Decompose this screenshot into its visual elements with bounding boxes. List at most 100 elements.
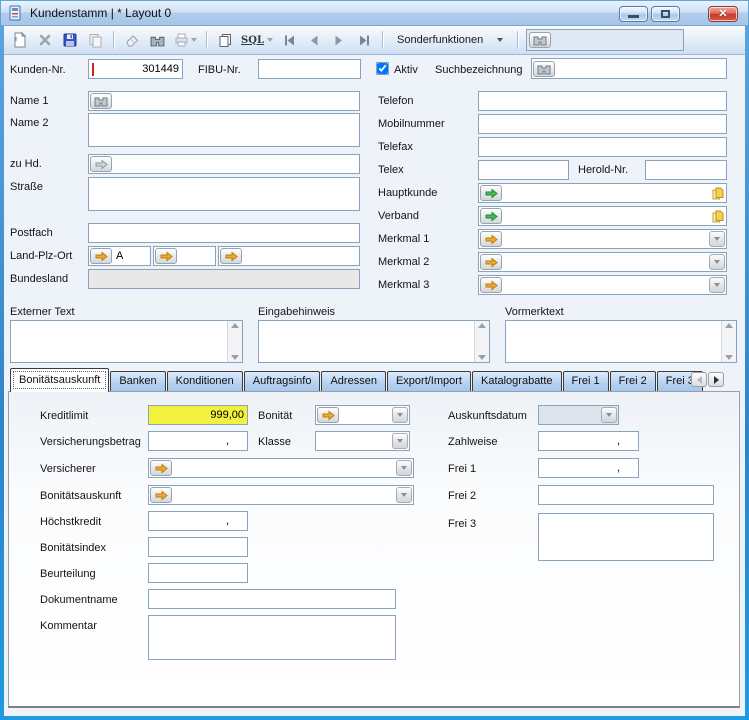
scroll-up-icon[interactable] — [725, 323, 733, 328]
name1-field[interactable] — [88, 91, 360, 111]
ort-field[interactable] — [218, 246, 360, 266]
name2-input[interactable] — [89, 117, 359, 143]
name2-field[interactable] — [88, 113, 360, 147]
nav-prev-button[interactable] — [304, 30, 324, 50]
tab-adressen[interactable]: Adressen — [321, 371, 385, 392]
duplicate-window-button[interactable] — [215, 30, 235, 50]
land-field[interactable] — [88, 246, 151, 266]
suchbezeichnung-input[interactable] — [556, 59, 726, 78]
versicherer-field[interactable] — [148, 458, 414, 478]
verband-input[interactable] — [503, 207, 709, 225]
zahlweise-input[interactable] — [539, 432, 638, 450]
zuhd-goto-button[interactable] — [90, 156, 112, 172]
kommentar-field[interactable] — [148, 615, 396, 660]
plz-field[interactable] — [153, 246, 216, 266]
title-bar[interactable]: Kundenstamm | * Layout 0 ✕ — [1, 1, 748, 26]
telefon-input[interactable] — [479, 92, 726, 110]
dokumentname-input[interactable] — [149, 590, 395, 608]
bonitaetsauskunft-goto-button[interactable] — [150, 487, 172, 503]
dokumentname-field[interactable] — [148, 589, 396, 609]
bonitaet-dropdown-button[interactable] — [392, 407, 408, 423]
hoechstkredit-input[interactable] — [149, 512, 247, 530]
kundennr-field[interactable] — [88, 59, 183, 79]
postfach-input[interactable] — [89, 224, 359, 242]
kommentar-input[interactable] — [149, 625, 395, 651]
auskunftsdatum-field[interactable] — [538, 405, 619, 425]
vormerktext-field[interactable] — [505, 320, 737, 363]
scrollbar[interactable] — [474, 321, 489, 362]
strasse-field[interactable] — [88, 177, 360, 211]
suchbezeichnung-search-button[interactable] — [533, 61, 555, 77]
bonitaet-input[interactable] — [340, 406, 391, 424]
tab-auftragsinfo[interactable]: Auftragsinfo — [244, 371, 321, 392]
land-input[interactable] — [113, 247, 150, 265]
klasse-input[interactable] — [316, 432, 391, 450]
save-button[interactable] — [60, 30, 80, 50]
scroll-down-icon[interactable] — [478, 355, 486, 360]
heroldnr-field[interactable] — [645, 160, 727, 180]
strasse-input[interactable] — [89, 181, 359, 207]
bonitaetsindex-field[interactable] — [148, 537, 248, 557]
auskunftsdatum-dropdown-button[interactable] — [601, 407, 617, 423]
merkmal1-field[interactable] — [478, 229, 727, 249]
frei3-field[interactable] — [538, 513, 714, 561]
versicherer-dropdown-button[interactable] — [396, 460, 412, 476]
merkmal2-goto-button[interactable] — [480, 254, 502, 270]
scroll-up-icon[interactable] — [231, 323, 239, 328]
suchbezeichnung-field[interactable] — [531, 58, 727, 79]
scroll-down-icon[interactable] — [725, 355, 733, 360]
close-button[interactable]: ✕ — [708, 6, 738, 22]
versicherungsbetrag-field[interactable] — [148, 431, 248, 451]
ort-input[interactable] — [243, 247, 359, 265]
kreditlimit-field[interactable] — [148, 405, 248, 425]
fibunr-input[interactable] — [259, 60, 360, 78]
mobilnummer-field[interactable] — [478, 114, 727, 134]
nav-first-button[interactable] — [279, 30, 299, 50]
merkmal3-input[interactable] — [503, 276, 708, 294]
externer-text-field[interactable] — [10, 320, 243, 363]
merkmal1-goto-button[interactable] — [480, 231, 502, 247]
maximize-button[interactable] — [651, 6, 680, 22]
find-button[interactable] — [147, 30, 167, 50]
tab-export-import[interactable]: Export/Import — [387, 371, 471, 392]
scroll-up-icon[interactable] — [478, 323, 486, 328]
telex-input[interactable] — [479, 161, 568, 179]
merkmal3-field[interactable] — [478, 275, 727, 295]
scroll-down-icon[interactable] — [231, 355, 239, 360]
tab-katalograbatte[interactable]: Katalograbatte — [472, 371, 562, 392]
hoechstkredit-field[interactable] — [148, 511, 248, 531]
frei1-input[interactable] — [539, 459, 638, 477]
scrollbar[interactable] — [227, 321, 242, 362]
mobilnummer-input[interactable] — [479, 115, 726, 133]
verband-goto-button[interactable] — [480, 208, 502, 224]
hauptkunde-field[interactable] — [478, 183, 727, 203]
merkmal3-goto-button[interactable] — [480, 277, 502, 293]
aktiv-checkbox-input[interactable] — [377, 63, 388, 74]
fibunr-field[interactable] — [258, 59, 361, 79]
quick-search-button[interactable] — [529, 32, 551, 48]
bonitaet-goto-button[interactable] — [317, 407, 339, 423]
telefax-field[interactable] — [478, 137, 727, 157]
beurteilung-input[interactable] — [149, 564, 247, 582]
bonitaetsindex-input[interactable] — [149, 538, 247, 556]
merkmal2-dropdown-button[interactable] — [709, 254, 725, 270]
tab-konditionen[interactable]: Konditionen — [167, 371, 243, 392]
plz-input[interactable] — [178, 247, 215, 265]
versicherer-goto-button[interactable] — [150, 460, 172, 476]
name1-input[interactable] — [113, 92, 359, 110]
bonitaetsauskunft-dropdown-button[interactable] — [396, 487, 412, 503]
telex-field[interactable] — [478, 160, 569, 180]
telefon-field[interactable] — [478, 91, 727, 111]
clear-button[interactable] — [122, 30, 142, 50]
delete-record-button[interactable] — [35, 30, 55, 50]
merkmal2-input[interactable] — [503, 253, 708, 271]
auskunftsdatum-input[interactable] — [539, 406, 600, 424]
tab-frei1[interactable]: Frei 1 — [563, 371, 609, 392]
zuhd-input[interactable] — [113, 155, 359, 173]
klasse-dropdown-button[interactable] — [392, 433, 408, 449]
telefax-input[interactable] — [479, 138, 726, 156]
nav-last-button[interactable] — [354, 30, 374, 50]
beurteilung-field[interactable] — [148, 563, 248, 583]
kundennr-input[interactable] — [89, 60, 182, 78]
merkmal2-field[interactable] — [478, 252, 727, 272]
